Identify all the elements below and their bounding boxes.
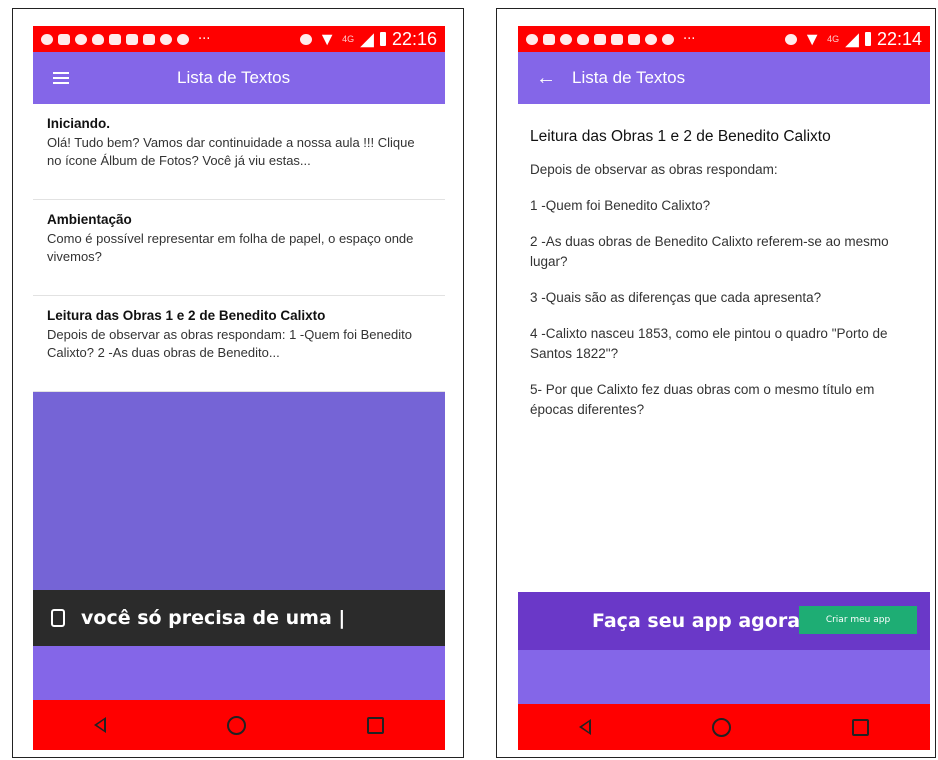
list-background xyxy=(33,392,445,590)
document-icon xyxy=(543,33,555,45)
list-item-title: Ambientação xyxy=(47,212,132,227)
list-item-body: Depois de observar as obras respondam: 1… xyxy=(47,327,412,360)
list-item[interactable]: Iniciando. Olá! Tudo bem? Vamos dar cont… xyxy=(33,104,445,200)
detail-paragraph: 2 -As duas obras de Benedito Calixto ref… xyxy=(530,234,889,269)
detail-paragraph: 4 -Calixto nasceu 1853, como ele pintou … xyxy=(530,326,888,361)
app-bar: ← Lista de Textos xyxy=(518,52,930,104)
notification-icons: ··· xyxy=(526,32,785,47)
left-phone-screen: ··· ▼ 4G ◢ 22:16 Lista de Textos Inician… xyxy=(33,26,445,750)
list-item-title: Iniciando. xyxy=(47,116,111,131)
status-bar: ··· ▼ 4G ◢ 22:16 xyxy=(33,26,445,52)
list-item[interactable]: Ambientação Como é possível representar … xyxy=(33,200,445,296)
clock-time: 22:14 xyxy=(876,28,922,49)
whatsapp-icon xyxy=(560,33,572,45)
wifi-icon: ▼ xyxy=(318,28,337,49)
wifi-icon: ▼ xyxy=(803,28,822,49)
menu-icon[interactable] xyxy=(53,72,69,84)
nav-home-icon[interactable] xyxy=(711,717,731,737)
create-app-button[interactable]: Criar meu app xyxy=(799,606,917,634)
ad-banner[interactable]: Faça seu app agora Criar meu app xyxy=(518,592,930,650)
nav-home-icon[interactable] xyxy=(226,715,246,735)
detail-title: Leitura das Obras 1 e 2 de Benedito Cali… xyxy=(530,128,831,145)
list-item-title: Leitura das Obras 1 e 2 de Benedito Cali… xyxy=(47,308,326,323)
more-notifications-icon: ··· xyxy=(683,31,696,47)
battery-icon xyxy=(379,32,386,46)
back-arrow-icon[interactable]: ← xyxy=(536,67,556,90)
network-type: 4G xyxy=(827,34,840,44)
app-notification-icon xyxy=(526,33,538,45)
text-detail: Leitura das Obras 1 e 2 de Benedito Cali… xyxy=(518,104,930,592)
detail-paragraph: 3 -Quais são as diferenças que cada apre… xyxy=(530,290,822,305)
right-phone-screen: ··· ▼ 4G ◢ 22:14 ← Lista de Textos Leitu… xyxy=(518,26,930,750)
nav-back-icon[interactable] xyxy=(93,717,106,733)
list-item-body: Olá! Tudo bem? Vamos dar continuidade a … xyxy=(47,135,415,168)
ad-banner[interactable]: você só precisa de uma | xyxy=(33,590,445,646)
youtube-icon xyxy=(143,33,155,45)
detail-paragraph: 1 -Quem foi Benedito Calixto? xyxy=(530,198,711,213)
nav-recents-icon[interactable] xyxy=(367,716,385,734)
more-notifications-icon: ··· xyxy=(198,31,211,47)
signal-icon: ◢ xyxy=(845,28,859,49)
page-title: Lista de Textos xyxy=(177,68,291,87)
bottom-bar xyxy=(518,650,930,704)
list-item-body: Como é possível representar em folha de … xyxy=(47,231,414,264)
app-notification-icon xyxy=(41,33,53,45)
bottom-bar xyxy=(33,646,445,700)
status-bar: ··· ▼ 4G ◢ 22:14 xyxy=(518,26,930,52)
system-nav-bar xyxy=(33,700,445,750)
pinterest-icon xyxy=(177,33,189,45)
nav-back-icon[interactable] xyxy=(578,719,591,735)
page-title: Lista de Textos xyxy=(572,68,686,87)
whatsapp-icon xyxy=(75,33,87,45)
ad-text: Faça seu app agora xyxy=(592,610,801,632)
youtube-icon xyxy=(594,33,606,45)
pinterest-icon xyxy=(645,33,657,45)
youtube-icon xyxy=(611,33,623,45)
alarm-icon xyxy=(300,33,313,45)
youtube-icon xyxy=(109,33,121,45)
nav-recents-icon[interactable] xyxy=(852,718,870,736)
clock-time: 22:16 xyxy=(391,28,437,49)
brand-logo-icon xyxy=(51,609,65,627)
document-icon xyxy=(58,33,70,45)
list-item[interactable]: Leitura das Obras 1 e 2 de Benedito Cali… xyxy=(33,296,445,392)
signal-icon: ◢ xyxy=(360,28,374,49)
youtube-icon xyxy=(628,33,640,45)
notification-icons: ··· xyxy=(41,32,300,47)
heart-icon xyxy=(92,33,104,45)
network-type: 4G xyxy=(342,34,355,44)
youtube-icon xyxy=(126,33,138,45)
battery-icon xyxy=(864,32,871,46)
alarm-icon xyxy=(785,33,798,45)
ad-text: você só precisa de uma | xyxy=(81,607,346,629)
app-bar: Lista de Textos xyxy=(33,52,445,104)
detail-paragraph: 5- Por que Calixto fez duas obras com o … xyxy=(530,382,875,417)
system-nav-bar xyxy=(518,704,930,750)
detail-paragraph: Depois de observar as obras respondam: xyxy=(530,162,778,177)
heart-icon xyxy=(577,33,589,45)
pinterest-icon xyxy=(662,33,674,45)
pinterest-icon xyxy=(160,33,172,45)
